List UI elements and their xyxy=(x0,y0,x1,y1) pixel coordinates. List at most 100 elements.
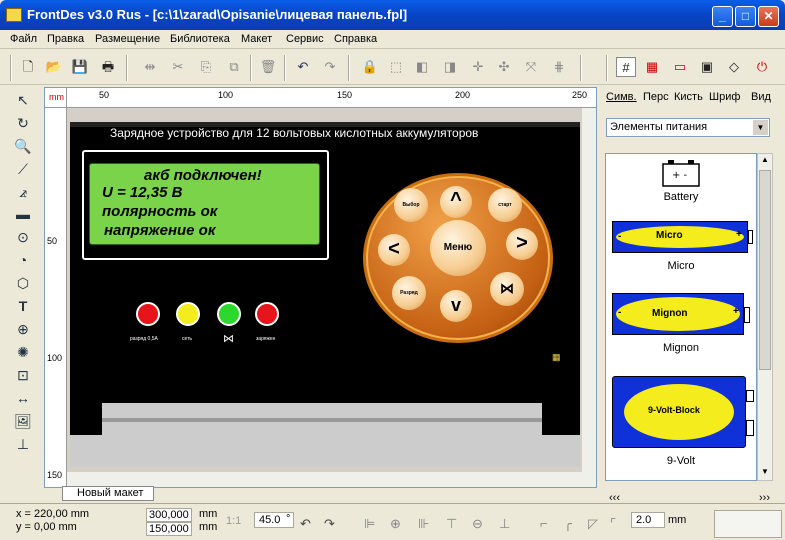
chevron-down-icon[interactable]: ▼ xyxy=(753,120,768,135)
new-file-icon[interactable]: 🗋 xyxy=(18,57,38,77)
grid-icon[interactable]: # xyxy=(616,57,636,77)
circle-tool-icon[interactable]: ⊙ xyxy=(12,227,34,247)
shapes-icon[interactable]: ◇ xyxy=(724,57,744,77)
left-button[interactable]: < xyxy=(378,234,410,266)
menu-help[interactable]: Справка xyxy=(334,33,377,45)
redo-icon[interactable]: ↷ xyxy=(320,57,340,77)
tab-font[interactable]: Шриф xyxy=(709,91,740,103)
rotate-icon[interactable]: ↻ xyxy=(12,113,34,133)
canvas-vertical-scrollbar[interactable] xyxy=(582,108,596,472)
sheet-tab[interactable]: Новый макет xyxy=(62,486,154,501)
menu-button[interactable]: Меню xyxy=(430,220,486,276)
design-canvas[interactable]: mm 50 100 150 200 250 50 100 150 Зарядно… xyxy=(44,87,597,488)
mirror-icon[interactable]: ⇹ xyxy=(140,57,160,77)
image-tool-icon[interactable]: 🖼 xyxy=(12,411,34,431)
menu-placement[interactable]: Размещение xyxy=(95,33,160,45)
function-button[interactable]: ⋈ xyxy=(490,272,524,306)
symbol-library: + - Battery - + Micro Micro - + Mignon M… xyxy=(605,153,757,481)
delete-icon[interactable]: 🗑 xyxy=(258,57,278,77)
group-icon[interactable]: ⬚ xyxy=(386,57,406,77)
library-scrollbar[interactable]: ▲ ▼ xyxy=(757,153,773,481)
menu-layout[interactable]: Макет xyxy=(241,33,272,45)
arc-tool-icon[interactable]: ◔ xyxy=(12,250,34,270)
copy-icon[interactable]: ⎘ xyxy=(196,57,216,77)
down-button[interactable]: v xyxy=(440,290,472,322)
align-top-icon[interactable]: ⊤ xyxy=(446,516,457,532)
menu-edit[interactable]: Правка xyxy=(47,33,84,45)
round-corner-icon[interactable]: ╭ xyxy=(564,516,572,532)
send-back-icon[interactable]: ◨ xyxy=(440,57,460,77)
width-field[interactable]: 300,000 xyxy=(146,508,192,522)
bring-front-icon[interactable]: ◧ xyxy=(412,57,432,77)
polyline-tool-icon[interactable]: ⦨ xyxy=(12,182,34,202)
align-icon[interactable]: ⤧ xyxy=(521,57,541,77)
close-button[interactable]: ✕ xyxy=(758,6,779,27)
battery-icon[interactable]: ▭ xyxy=(670,57,690,77)
tab-view[interactable]: Вид xyxy=(751,91,771,103)
library-item-battery[interactable]: + - xyxy=(606,156,756,194)
rectangle-tool-icon[interactable]: ▬ xyxy=(12,204,34,224)
color-swatch[interactable] xyxy=(714,510,782,538)
select-button[interactable]: Выбор xyxy=(394,188,428,222)
library-select[interactable]: Элементы питания ▼ xyxy=(606,118,770,137)
tab-persons[interactable]: Перс xyxy=(643,91,669,103)
chamfer-icon[interactable]: ◸ xyxy=(588,516,598,532)
menu-file[interactable]: Файл xyxy=(10,33,37,45)
cut-icon[interactable]: ✂ xyxy=(168,57,188,77)
hole-tool-icon[interactable]: ⊕ xyxy=(12,319,34,339)
text-tool-icon[interactable]: T xyxy=(12,296,34,316)
scroll-down-icon[interactable]: ▼ xyxy=(759,467,771,479)
save-icon[interactable]: 💾 xyxy=(70,57,90,77)
lock-icon[interactable]: 🔒 xyxy=(360,57,380,77)
align-middle-icon[interactable]: ⊖ xyxy=(472,516,483,532)
maximize-button[interactable]: □ xyxy=(735,6,756,27)
library-item-micro[interactable]: - + Micro xyxy=(606,221,756,253)
color-icon[interactable]: ▦ xyxy=(642,57,662,77)
up-button[interactable]: ^ xyxy=(440,186,472,218)
function-symbol-icon: ⋈ xyxy=(500,280,514,296)
align-left-icon[interactable]: ⊫ xyxy=(364,516,375,532)
stroke-field[interactable]: 2.0 xyxy=(631,512,665,528)
power-on-icon[interactable]: ⏻ xyxy=(752,57,772,77)
pointer-icon[interactable]: ↖ xyxy=(12,90,34,110)
library-select-value: Элементы питания xyxy=(610,121,708,133)
center-h-icon[interactable]: ✛ xyxy=(468,57,488,77)
distribute-icon[interactable]: ⋕ xyxy=(549,57,569,77)
print-icon[interactable]: 🖶 xyxy=(98,57,118,77)
scroll-up-icon[interactable]: ▲ xyxy=(759,155,771,167)
frame-tool-icon[interactable]: ⊡ xyxy=(12,365,34,385)
library-item-9volt[interactable]: 9-Volt-Block xyxy=(606,376,756,448)
tab-brush[interactable]: Кисть xyxy=(674,91,703,103)
front-panel[interactable]: Зарядное устройство для 12 вольтовых кис… xyxy=(70,122,580,467)
library-item-mignon[interactable]: - + Mignon xyxy=(606,293,756,335)
open-folder-icon[interactable]: 📂 xyxy=(44,57,64,77)
align-right-icon[interactable]: ⊪ xyxy=(418,516,429,532)
height-unit: mm xyxy=(199,521,218,533)
line-tool-icon[interactable]: ⟋ xyxy=(12,159,34,179)
tab-symbols[interactable]: Симв. xyxy=(606,91,637,103)
polygon-tool-icon[interactable]: ⬡ xyxy=(12,273,34,293)
corner-icon[interactable]: ⌐ xyxy=(540,516,548,531)
zoom-icon[interactable]: 🔍 xyxy=(12,136,34,156)
center-v-icon[interactable]: ✣ xyxy=(494,57,514,77)
align-bottom-icon[interactable]: ⊥ xyxy=(499,516,510,532)
svg-text:+ -: + - xyxy=(672,170,688,181)
menu-service[interactable]: Сервис xyxy=(286,33,324,45)
undo-icon[interactable]: ↶ xyxy=(293,57,313,77)
align-center-icon[interactable]: ⊕ xyxy=(390,516,401,532)
right-button[interactable]: > xyxy=(506,228,538,260)
scale-tool-icon[interactable]: ✺ xyxy=(12,342,34,362)
height-field[interactable]: 150,000 xyxy=(146,522,192,536)
rotate-left-icon[interactable]: ↶ xyxy=(300,516,311,532)
ruler-unit: mm xyxy=(45,88,67,108)
corner-radius-icon[interactable]: ⌜ xyxy=(610,516,616,532)
dimension-tool-icon[interactable]: ↔ xyxy=(12,388,34,408)
paste-icon[interactable]: ⧉ xyxy=(224,57,244,77)
start-button[interactable]: старт xyxy=(488,188,522,222)
measure-tool-icon[interactable]: ⊥ xyxy=(12,434,34,454)
discharge-button[interactable]: Разряд xyxy=(392,276,426,310)
device-icon[interactable]: ▣ xyxy=(697,57,717,77)
minimize-button[interactable]: _ xyxy=(712,6,733,27)
rotate-right-icon[interactable]: ↷ xyxy=(324,516,335,532)
menu-library[interactable]: Библиотека xyxy=(170,33,230,45)
